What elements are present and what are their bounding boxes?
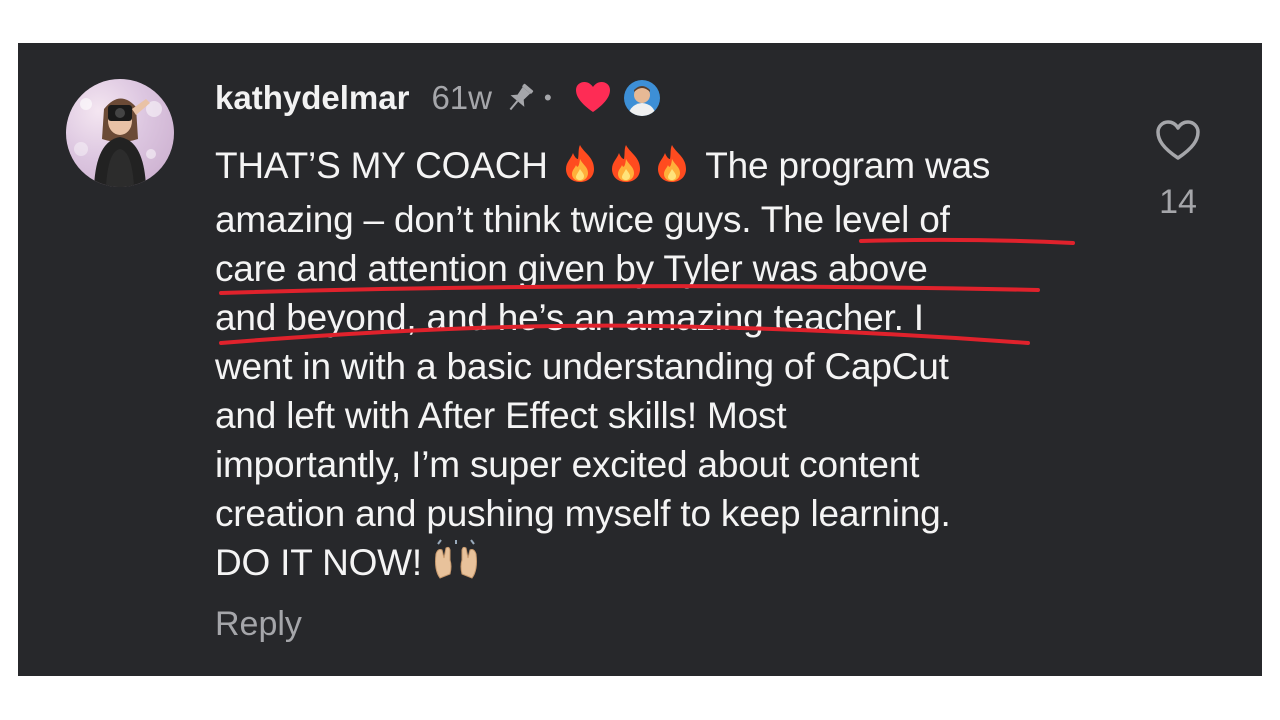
fire-emoji: [558, 143, 696, 195]
separator-dot: •: [543, 85, 552, 110]
comment-line: amazing – don’t think twice guys.: [215, 199, 752, 240]
comment-line: importantly, I’m super excited about con…: [215, 444, 920, 485]
reply-button[interactable]: Reply: [215, 605, 302, 644]
comment-line: went in with a basic understanding of Ca…: [215, 346, 949, 387]
highlighted-line: The level of: [760, 199, 950, 240]
comment-line: THAT’S MY COACH: [215, 145, 548, 186]
comment-card: kathydelmar 61w • THAT’S MY COACH The pr…: [18, 43, 1262, 676]
comment-line: creation and pushing myself to keep lear…: [215, 493, 951, 534]
user-avatar[interactable]: [66, 79, 174, 187]
heart-outline-icon[interactable]: [1154, 117, 1202, 163]
raised-hands-emoji: [432, 538, 480, 592]
creator-avatar: [621, 78, 662, 118]
comment-header: kathydelmar 61w •: [215, 73, 662, 123]
comment-text: THAT’S MY COACH The program was amazing …: [215, 141, 1115, 592]
highlighted-line: care and attention given by Tyler was ab…: [215, 248, 928, 289]
comment-line: The program was: [705, 145, 991, 186]
comment-line: and left with After Effect skills! Most: [215, 395, 787, 436]
username[interactable]: kathydelmar: [215, 79, 409, 117]
comment-line: I: [913, 297, 924, 338]
heart-icon: [574, 79, 612, 117]
highlighted-line: and beyond, and he’s an amazing teacher.: [215, 297, 904, 338]
comment-line: DO IT NOW!: [215, 542, 422, 583]
like-count: 14: [1159, 183, 1197, 221]
pin-icon: [502, 80, 538, 116]
timestamp: 61w: [431, 79, 492, 116]
